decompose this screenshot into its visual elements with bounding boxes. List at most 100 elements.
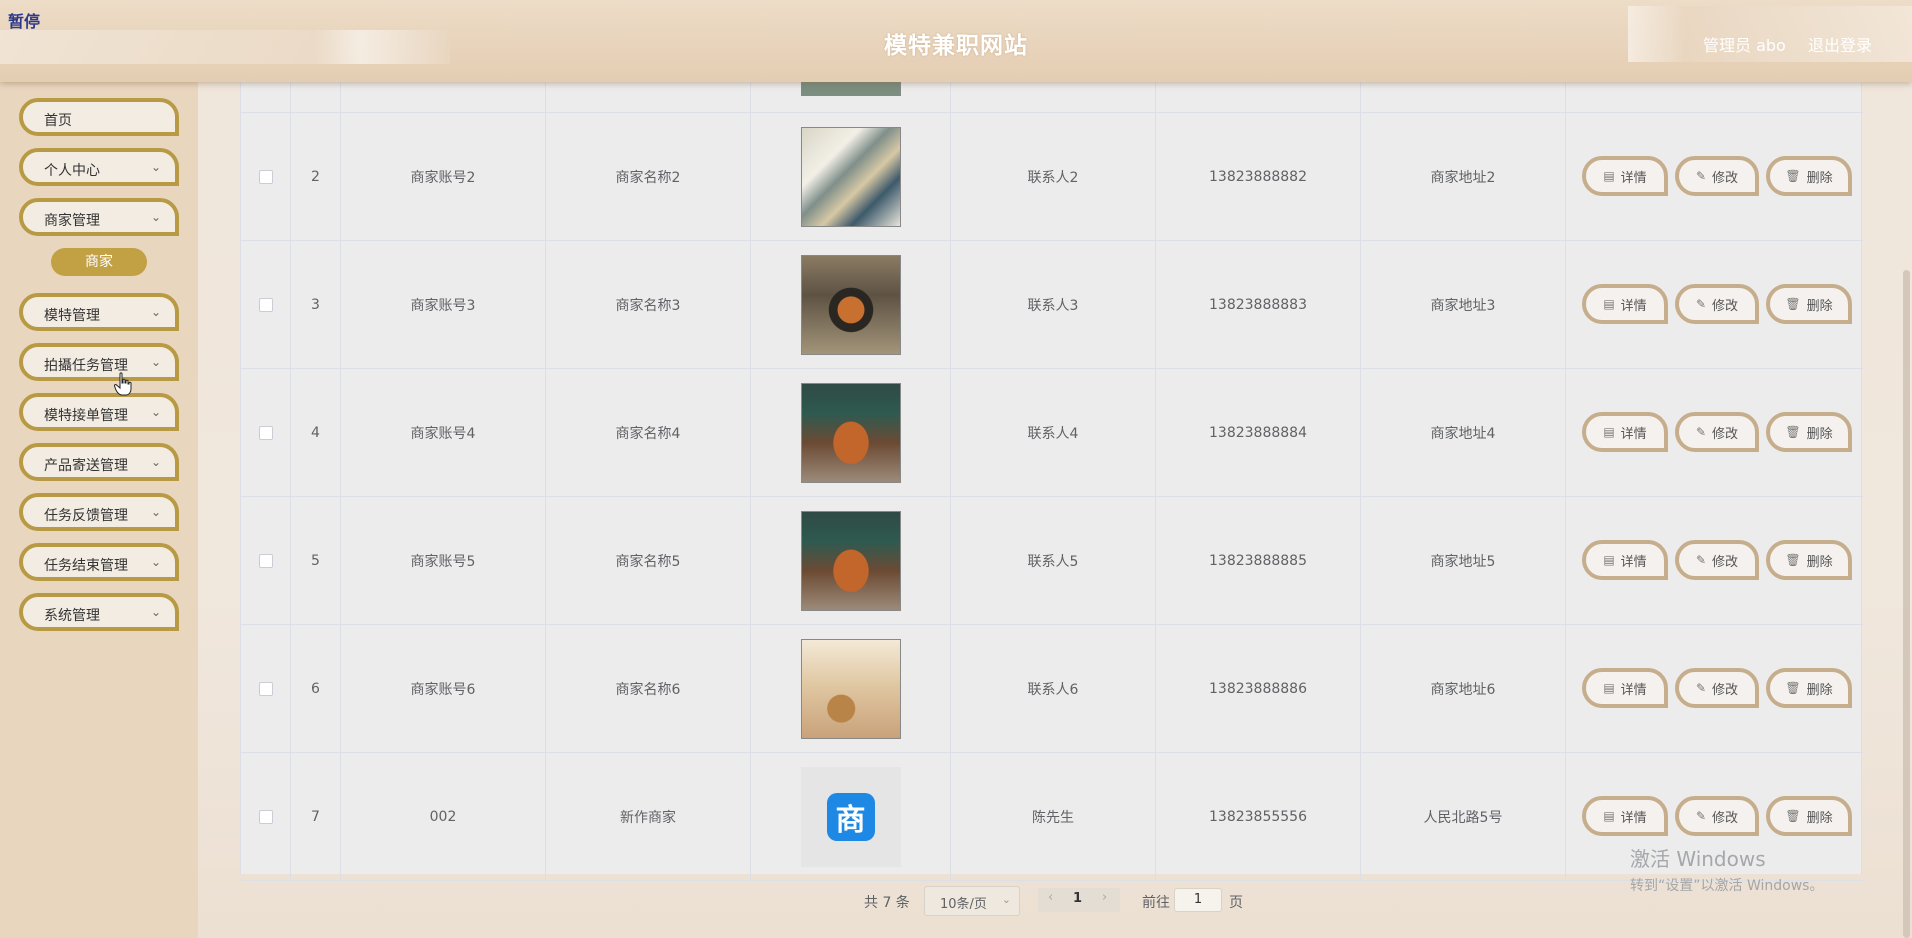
row-checkbox[interactable] bbox=[258, 169, 273, 184]
index-cell: 3 bbox=[291, 241, 341, 368]
page-number-current[interactable]: 1 bbox=[1073, 891, 1082, 906]
edit-button[interactable]: ✎ 修改 bbox=[1675, 540, 1759, 580]
delete-button-label: 删除 bbox=[1806, 170, 1833, 186]
prev-page-icon[interactable]: ‹ bbox=[1048, 890, 1053, 905]
phone-text: 13823888883 bbox=[1209, 296, 1307, 313]
pencil-icon: ✎ bbox=[1695, 681, 1707, 695]
detail-button[interactable]: ▤ 详情 bbox=[1582, 668, 1668, 708]
page-size-select[interactable]: 10条/页 ⌄ bbox=[924, 886, 1020, 916]
detail-button-label: 详情 bbox=[1620, 170, 1647, 186]
delete-button[interactable]: 🗑 删除 bbox=[1766, 156, 1852, 196]
logout-link[interactable]: 退出登录 bbox=[1808, 32, 1872, 56]
pencil-icon: ✎ bbox=[1695, 169, 1707, 183]
actions-cell: ▤ 详情 ✎ 修改 🗑 删除 bbox=[1566, 497, 1863, 624]
chevron-down-icon: ⌄ bbox=[150, 305, 161, 319]
watermark-line1: 激活 Windows bbox=[1630, 847, 1766, 871]
next-page-icon[interactable]: › bbox=[1102, 890, 1107, 905]
sidebar-item-personal-center[interactable]: 个人中心 ⌄ bbox=[19, 148, 179, 186]
shop-logo-icon: 商 bbox=[826, 792, 875, 841]
image-cell bbox=[751, 625, 951, 752]
pencil-icon: ✎ bbox=[1695, 553, 1707, 567]
detail-button[interactable]: ▤ 详情 bbox=[1582, 412, 1668, 452]
image-cell bbox=[751, 241, 951, 368]
sidebar-item-model-order-management[interactable]: 模特接单管理 ⌄ bbox=[19, 393, 179, 431]
contact-text: 联系人2 bbox=[1027, 169, 1079, 186]
trash-icon: 🗑 bbox=[1785, 169, 1801, 183]
sidebar-item-merchant-management[interactable]: 商家管理 ⌄ bbox=[19, 198, 179, 236]
trash-icon: 🗑 bbox=[1785, 681, 1801, 695]
chevron-down-icon: ⌄ bbox=[150, 160, 161, 174]
checkbox-cell bbox=[241, 753, 291, 880]
sidebar-item-product-shipping-management[interactable]: 产品寄送管理 ⌄ bbox=[19, 443, 179, 481]
account-cell: 商家账号5 bbox=[341, 497, 546, 624]
sidebar-item-model-management[interactable]: 模特管理 ⌄ bbox=[19, 293, 179, 331]
detail-button[interactable]: ▤ 详情 bbox=[1582, 796, 1668, 836]
detail-button[interactable]: ▤ 详情 bbox=[1582, 284, 1668, 324]
table-row: 6 商家账号6 商家名称6 联系人6 13823888886 商家地址6 ▤ 详情 ✎ 修改 🗑 删除 bbox=[241, 625, 1863, 753]
sidebar-subitem-merchant[interactable]: 商家 bbox=[51, 248, 147, 276]
edit-button[interactable]: ✎ 修改 bbox=[1675, 668, 1759, 708]
account-cell: 商家账号6 bbox=[341, 625, 546, 752]
delete-button[interactable]: 🗑 删除 bbox=[1766, 668, 1852, 708]
chevron-down-icon: ⌄ bbox=[150, 355, 161, 369]
delete-button[interactable]: 🗑 删除 bbox=[1766, 540, 1852, 580]
row-checkbox[interactable] bbox=[258, 681, 273, 696]
name-text: 新作商家 bbox=[620, 809, 676, 826]
name-text: 商家名称2 bbox=[615, 169, 681, 186]
detail-button[interactable]: ▤ 详情 bbox=[1582, 156, 1668, 196]
account-cell: 商家账号3 bbox=[341, 241, 546, 368]
image-cell bbox=[751, 369, 951, 496]
sidebar-item-system-management[interactable]: 系统管理 ⌄ bbox=[19, 593, 179, 631]
trash-icon: 🗑 bbox=[1785, 297, 1801, 311]
checkbox-cell bbox=[241, 82, 291, 112]
contact-cell: 联系人2 bbox=[951, 113, 1156, 240]
account-cell: 商家账号2 bbox=[341, 113, 546, 240]
index-cell bbox=[291, 82, 341, 112]
account-text: 商家账号4 bbox=[410, 425, 476, 442]
row-checkbox[interactable] bbox=[258, 553, 273, 568]
pencil-icon: ✎ bbox=[1695, 425, 1707, 439]
sidebar-item-task-feedback-management[interactable]: 任务反馈管理 ⌄ bbox=[19, 493, 179, 531]
address-text: 商家地址5 bbox=[1430, 553, 1496, 570]
sidebar-item-label: 个人中心 bbox=[44, 163, 100, 179]
windows-activation-watermark: 激活 Windows 转到“设置”以激活 Windows。 bbox=[1630, 843, 1823, 895]
delete-button[interactable]: 🗑 删除 bbox=[1766, 284, 1852, 324]
account-text: 商家账号5 bbox=[410, 553, 476, 570]
chevron-down-icon: ⌄ bbox=[150, 605, 161, 619]
main-scrollbar[interactable] bbox=[1903, 270, 1910, 938]
detail-button[interactable]: ▤ 详情 bbox=[1582, 540, 1668, 580]
account-cell bbox=[341, 82, 546, 112]
account-cell: 商家账号4 bbox=[341, 369, 546, 496]
edit-button[interactable]: ✎ 修改 bbox=[1675, 284, 1759, 324]
sidebar-item-label: 模特管理 bbox=[44, 308, 100, 324]
sidebar-item-shooting-task-management[interactable]: 拍攝任务管理 ⌄ bbox=[19, 343, 179, 381]
contact-cell: 联系人6 bbox=[951, 625, 1156, 752]
trash-icon: 🗑 bbox=[1785, 425, 1801, 439]
account-text: 商家账号6 bbox=[410, 681, 476, 698]
edit-button[interactable]: ✎ 修改 bbox=[1675, 156, 1759, 196]
row-checkbox[interactable] bbox=[258, 425, 273, 440]
sidebar-item-label: 任务结束管理 bbox=[44, 558, 128, 574]
delete-button[interactable]: 🗑 删除 bbox=[1766, 796, 1852, 836]
delete-button[interactable]: 🗑 删除 bbox=[1766, 412, 1852, 452]
account-text: 商家账号2 bbox=[410, 169, 476, 186]
merchant-image bbox=[800, 510, 901, 611]
row-checkbox[interactable] bbox=[258, 297, 273, 312]
pencil-icon: ✎ bbox=[1695, 809, 1707, 823]
merchant-image bbox=[800, 638, 901, 739]
name-cell bbox=[546, 82, 751, 112]
trash-icon: 🗑 bbox=[1785, 553, 1801, 567]
goto-page-input[interactable]: 1 bbox=[1174, 888, 1222, 912]
merchant-image bbox=[800, 126, 901, 227]
sidebar-item-home[interactable]: 首页 bbox=[19, 98, 179, 136]
edit-button[interactable]: ✎ 修改 bbox=[1675, 796, 1759, 836]
sidebar-item-task-end-management[interactable]: 任务结束管理 ⌄ bbox=[19, 543, 179, 581]
index-text: 6 bbox=[311, 680, 320, 697]
row-checkbox[interactable] bbox=[258, 809, 273, 824]
edit-button[interactable]: ✎ 修改 bbox=[1675, 412, 1759, 452]
checkbox-cell bbox=[241, 113, 291, 240]
address-text: 商家地址2 bbox=[1430, 169, 1496, 186]
pagination: 共 7 条 10条/页 ⌄ ‹ 1 › 前往 1 页 bbox=[864, 886, 1324, 916]
contact-cell: 联系人4 bbox=[951, 369, 1156, 496]
pencil-icon: ✎ bbox=[1695, 297, 1707, 311]
